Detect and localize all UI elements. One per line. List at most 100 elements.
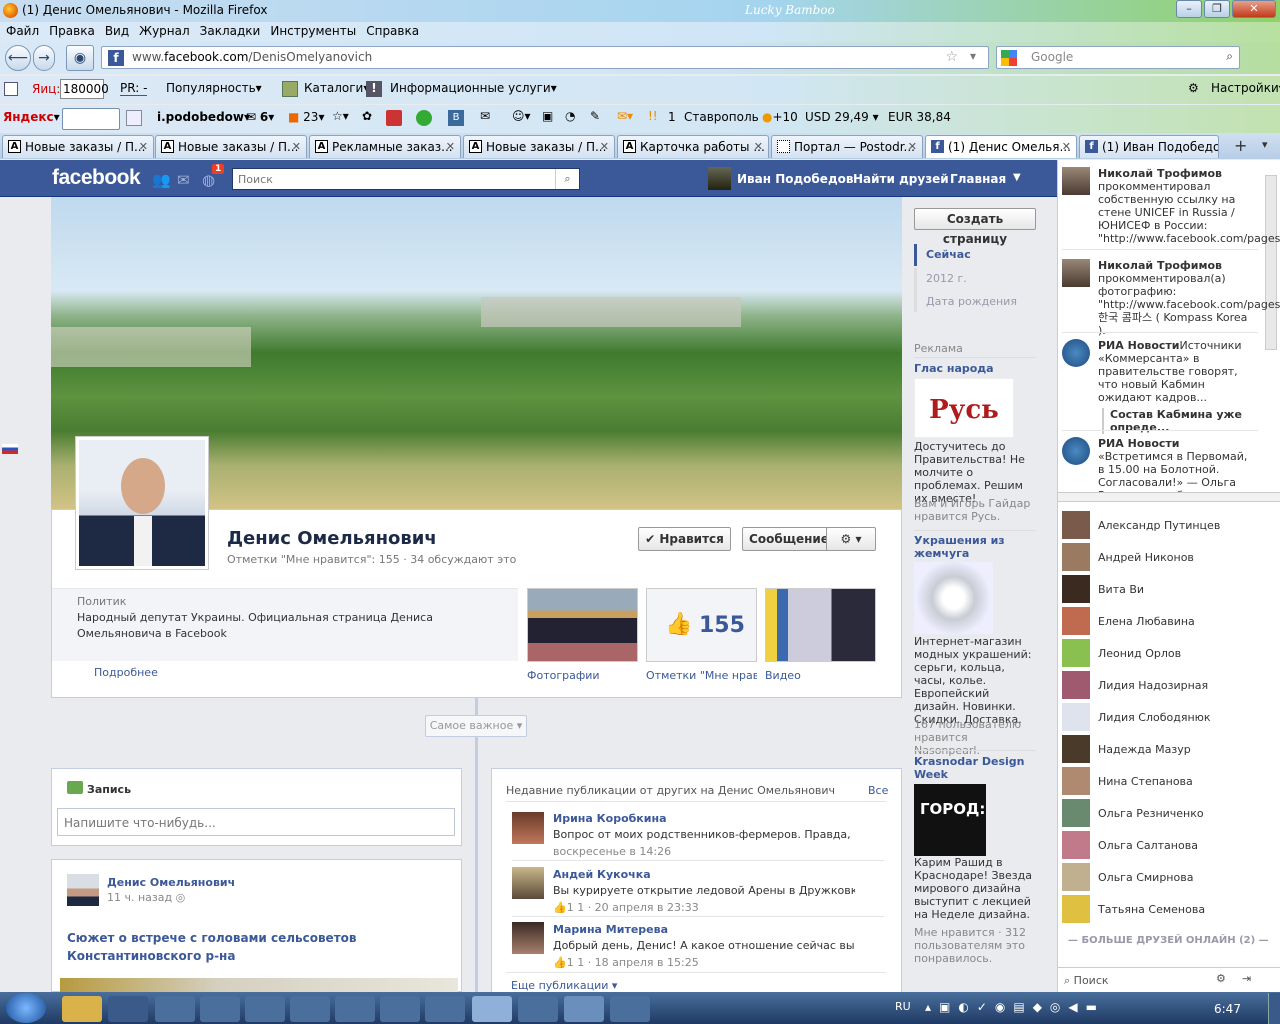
like-icon[interactable]: !!	[648, 109, 658, 123]
browser-taskbar-icon[interactable]	[380, 996, 420, 1022]
tab-1[interactable]: A Новые заказы / П... ✕	[2, 135, 154, 158]
show-desktop-button[interactable]	[1268, 993, 1280, 1024]
stumble-icon[interactable]	[416, 110, 432, 126]
utorrent-taskbar-icon[interactable]	[108, 996, 148, 1022]
message-button[interactable]: Сообщение	[742, 527, 836, 551]
maxthon-taskbar-icon[interactable]	[518, 996, 558, 1022]
ad-2-title[interactable]: Украшения из жемчуга	[914, 534, 1036, 560]
create-page-button[interactable]: Создать страницу	[914, 208, 1036, 246]
search-icon[interactable]: ⌕	[555, 169, 579, 189]
facebook-logo[interactable]: facebook	[52, 166, 141, 190]
recent-name-2[interactable]: Андей Кукочка	[553, 868, 651, 881]
recent-avatar-3[interactable]	[512, 922, 544, 954]
close-button[interactable]: ✕	[1232, 0, 1276, 18]
timeline-now[interactable]: Сейчас	[926, 248, 971, 261]
ticker-item-3[interactable]: РИА НовостиИсточники «Коммерсанта» в пра…	[1062, 339, 1252, 434]
find-friends-link[interactable]: Найти друзей	[853, 172, 949, 186]
maximize-button[interactable]: ❐	[1204, 0, 1230, 18]
chat-gear-icon[interactable]: ⚙	[1216, 972, 1226, 985]
menu-history[interactable]: Журнал	[139, 24, 190, 40]
more-posts-link[interactable]: Еще публикации ▾	[511, 979, 617, 992]
videos-thumbnail[interactable]	[765, 588, 876, 662]
close-icon[interactable]: ✕	[754, 140, 763, 153]
chat-friend[interactable]: Елена Любавина	[1062, 607, 1252, 635]
chat-search-input[interactable]: ⌕ Поиск	[1064, 974, 1109, 988]
account-menu-icon[interactable]: ▼	[1013, 172, 1021, 183]
app-taskbar-icon[interactable]	[245, 996, 285, 1022]
like-button[interactable]: ✔ Нравится	[638, 527, 731, 551]
close-icon[interactable]: ✕	[1062, 140, 1071, 153]
ticker-scrollbar[interactable]	[1265, 175, 1277, 350]
recent-avatar-2[interactable]	[512, 867, 544, 899]
tic-value[interactable]: 180000	[60, 79, 109, 99]
yandex-brand[interactable]: Яндекс▾	[3, 110, 60, 124]
chat-friend[interactable]: Нина Степанова	[1062, 767, 1252, 795]
eur-rate[interactable]: EUR 38,84	[888, 110, 951, 124]
timeline-2012[interactable]: 2012 г.	[926, 272, 967, 285]
ad-3-image[interactable]: ГОРОД:	[914, 784, 986, 856]
usd-rate[interactable]: USD 29,49 ▾	[805, 110, 879, 124]
new-tab-button[interactable]: +	[1234, 136, 1247, 155]
post-tab[interactable]: Запись	[87, 783, 131, 796]
ad-1-image[interactable]: Русь	[914, 378, 1014, 438]
tab-8[interactable]: f (1) Иван Подобедов	[1079, 135, 1219, 158]
chat-friend[interactable]: Александр Путинцев	[1062, 511, 1252, 539]
bar-toggle-icon[interactable]	[4, 82, 18, 96]
back-button[interactable]: ⟵	[5, 45, 31, 71]
tab-7-active[interactable]: f (1) Денис Омелья... ✕	[925, 135, 1077, 158]
search-bar[interactable]: Google ⌕	[996, 46, 1240, 69]
catalogs-menu[interactable]: Каталоги▾	[304, 81, 369, 95]
ticker-resize-handle[interactable]	[1058, 492, 1280, 502]
gear-icon[interactable]: ⚙	[1188, 81, 1199, 95]
messages-icon[interactable]: ✉	[177, 171, 190, 189]
chat-friend[interactable]: Татьяна Семенова	[1062, 895, 1252, 923]
info-services-menu[interactable]: Информационные услуги▾	[390, 81, 557, 95]
close-icon[interactable]: ✕	[139, 140, 148, 153]
menu-bookmarks[interactable]: Закладки	[200, 24, 261, 40]
post-video-thumbnail[interactable]	[60, 978, 458, 992]
tab-5[interactable]: A Карточка работы ... ✕	[617, 135, 769, 158]
chat-popout-icon[interactable]: ⇥	[1242, 972, 1251, 985]
user-menu[interactable]: i.podobedow▾	[157, 110, 250, 124]
explorer-taskbar-icon[interactable]	[62, 996, 102, 1022]
menu-view[interactable]: Вид	[105, 24, 129, 40]
window-icon[interactable]: ▣	[542, 109, 553, 123]
ticker-item-1[interactable]: Николай Трофимов прокомментировал собств…	[1062, 167, 1280, 245]
page-options-button[interactable]: ⚙ ▾	[826, 527, 876, 551]
menu-edit[interactable]: Правка	[49, 24, 95, 40]
chat-friend[interactable]: Лидия Надозирная	[1062, 671, 1252, 699]
menu-tools[interactable]: Инструменты	[270, 24, 356, 40]
stats-icon[interactable]	[386, 110, 402, 126]
likes-caption[interactable]: Отметки "Мне нравится"	[646, 669, 757, 682]
post-time[interactable]: 11 ч. назад ◎	[107, 891, 185, 904]
ad-2-image[interactable]	[914, 562, 993, 634]
search-icon[interactable]: ⌕	[1226, 49, 1233, 64]
chrome2-taskbar-icon[interactable]	[335, 996, 375, 1022]
opera-taskbar-icon[interactable]	[425, 996, 465, 1022]
ad-3-title[interactable]: Krasnodar Design Week	[914, 755, 1036, 781]
likes-thumbnail[interactable]: 👍 155	[646, 588, 757, 662]
popularity-menu[interactable]: Популярность▾	[166, 81, 262, 95]
city-widget[interactable]: Ставрополь	[684, 110, 759, 124]
feed-widget[interactable]: ■ 23▾	[288, 110, 324, 124]
dropdown-icon[interactable]: ▾	[970, 49, 976, 63]
timeline-birth[interactable]: Дата рождения	[926, 295, 1017, 308]
window-taskbar-icon[interactable]	[564, 996, 604, 1022]
mail-icon-2[interactable]: ✉	[480, 109, 490, 123]
recent-name-3[interactable]: Марина Митерева	[553, 923, 668, 936]
author-avatar[interactable]	[67, 874, 99, 906]
recent-meta-1[interactable]: воскресенье в 14:26	[553, 845, 671, 858]
post-author[interactable]: Денис Омельянович	[107, 876, 235, 889]
envelope-icon[interactable]: ✉▾	[617, 109, 633, 123]
settings-menu[interactable]: Настройки▾	[1211, 81, 1280, 95]
chat-friend[interactable]: Вита Ви	[1062, 575, 1252, 603]
tab-list-button[interactable]: ▾	[1262, 138, 1268, 151]
user-icon[interactable]: ☺▾	[512, 109, 531, 123]
close-icon[interactable]: ✕	[292, 140, 301, 153]
vk-icon[interactable]: В	[448, 110, 464, 126]
recent-avatar-1[interactable]	[512, 812, 544, 844]
clock-icon[interactable]: ◔	[565, 109, 575, 123]
weather-widget[interactable]: ●+10	[762, 110, 798, 124]
language-indicator[interactable]: RU	[895, 1000, 911, 1013]
friend-requests-icon[interactable]: 👥	[152, 171, 171, 189]
